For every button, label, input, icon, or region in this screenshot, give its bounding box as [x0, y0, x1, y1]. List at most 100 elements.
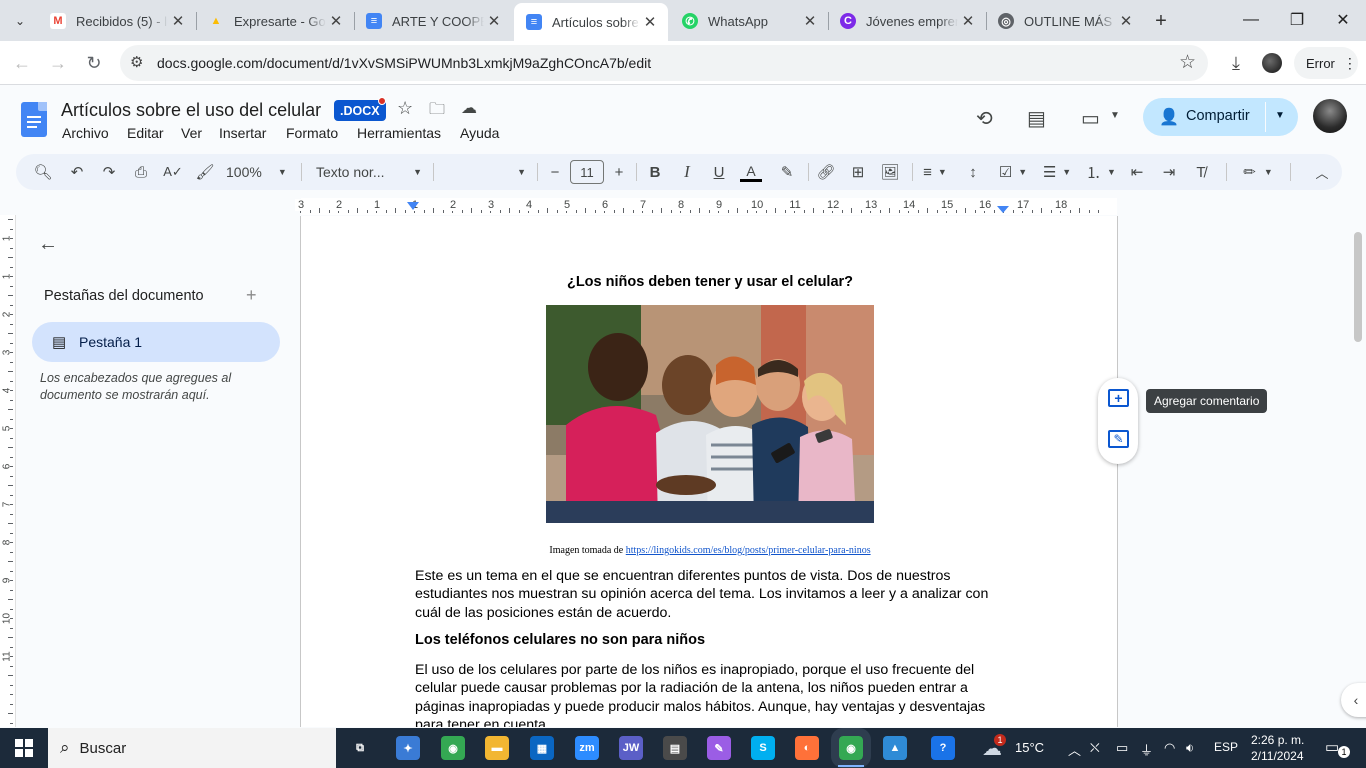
tab-search-button[interactable]: ⌄: [8, 9, 32, 33]
undo-icon[interactable]: ↶: [66, 161, 88, 183]
battery-icon[interactable]: ▭: [1116, 740, 1128, 756]
back-icon[interactable]: ←: [6, 47, 38, 79]
search-menus-icon[interactable]: 🔍︎: [32, 161, 54, 183]
url-text[interactable]: docs.google.com/document/d/1vXvSMSiPWUMn…: [157, 55, 651, 71]
increase-indent-icon[interactable]: ⇥: [1158, 161, 1180, 183]
restore-icon[interactable]: ❐: [1274, 0, 1320, 40]
volume-icon[interactable]: 🔉︎: [1186, 740, 1194, 756]
chrome-icon[interactable]: ◉: [441, 736, 465, 760]
plug-icon[interactable]: ⏚: [1140, 740, 1153, 759]
document-page[interactable]: ¿Los niños deben tener y usar el celular…: [300, 216, 1118, 727]
chrome-profile-icon[interactable]: ◉: [831, 728, 871, 768]
paragraph-intro[interactable]: Este es un tema en el que se encuentran …: [415, 567, 999, 622]
menu-herramientas[interactable]: Herramientas: [357, 125, 441, 141]
zoom-select[interactable]: 100% ▼: [226, 161, 292, 183]
add-comment-icon[interactable]: ⊞: [846, 161, 870, 183]
article-image[interactable]: [546, 305, 874, 523]
document-title[interactable]: Artículos sobre el uso del celular: [61, 100, 321, 121]
bold-icon[interactable]: B: [644, 161, 666, 183]
increase-font-size-icon[interactable]: +: [610, 161, 628, 183]
decrease-indent-icon[interactable]: ⇤: [1126, 161, 1148, 183]
menu-archivo[interactable]: Archivo: [62, 125, 109, 141]
close-tab-icon[interactable]: ✕: [168, 12, 188, 30]
add-tab-icon[interactable]: +: [246, 285, 257, 306]
menu-insertar[interactable]: Insertar: [219, 125, 266, 141]
menu-formato[interactable]: Formato: [286, 125, 338, 141]
browser-tab[interactable]: C Jóvenes empren ✕: [828, 5, 986, 37]
cloud-status-icon[interactable]: ☁: [461, 98, 477, 118]
more-options-icon[interactable]: ⋮: [1343, 55, 1357, 72]
temperature[interactable]: 15°C: [1015, 740, 1044, 755]
docs-logo-icon[interactable]: [21, 102, 47, 137]
address-bar[interactable]: ⚙ docs.google.com/document/d/1vXvSMSiPWU…: [120, 45, 1208, 81]
style-select[interactable]: Texto nor... ▼: [316, 161, 422, 183]
collapse-menus-icon[interactable]: ︿: [1312, 161, 1332, 183]
clock[interactable]: 2:26 p. m. 2/11/2024: [1251, 732, 1311, 764]
close-window-icon[interactable]: ✕: [1320, 0, 1366, 40]
browser-tab[interactable]: M Recibidos (5) - lu ✕: [38, 5, 196, 37]
star-icon[interactable]: ☆: [397, 98, 413, 119]
version-history-icon[interactable]: ⟲: [976, 106, 993, 131]
print-icon[interactable]: ⎙: [130, 161, 152, 183]
browser-tab[interactable]: ≡ ARTE Y COOPERA ✕: [354, 5, 512, 37]
browser-tab-active[interactable]: ≡ Artículos sobre e ✕: [514, 3, 668, 41]
jw-icon[interactable]: JW: [619, 736, 643, 760]
spellcheck-icon[interactable]: A✓: [162, 161, 184, 183]
left-indent-marker[interactable]: [407, 202, 419, 210]
suggest-edit-icon[interactable]: ✎: [1108, 430, 1129, 448]
store-icon[interactable]: ▦: [530, 736, 554, 760]
copilot-icon[interactable]: ✦: [396, 736, 420, 760]
taskbar-search[interactable]: ⌕ Buscar: [48, 728, 336, 768]
close-tab-icon[interactable]: ✕: [326, 12, 346, 30]
new-tab-icon[interactable]: +: [1148, 8, 1174, 34]
wifi-icon[interactable]: ◠: [1164, 740, 1175, 756]
expand-side-panel-icon[interactable]: ‹: [1341, 683, 1366, 717]
meet-icon[interactable]: ▭: [1081, 106, 1100, 131]
paint-format-icon[interactable]: 🖌︎: [194, 161, 216, 183]
forward-icon[interactable]: →: [42, 47, 74, 79]
browser-tab[interactable]: ✆ WhatsApp ✕: [670, 5, 828, 37]
network-off-icon[interactable]: ⛌: [1090, 740, 1100, 756]
line-spacing-icon[interactable]: ↕: [962, 161, 984, 183]
reload-icon[interactable]: ↻: [78, 47, 110, 79]
download-icon[interactable]: ⤓: [1220, 47, 1252, 79]
chevron-down-icon[interactable]: ▼: [1110, 110, 1120, 121]
photos-icon[interactable]: ▲: [883, 736, 907, 760]
heading-2[interactable]: Los teléfonos celulares no son para niño…: [415, 632, 705, 648]
bulleted-list-icon[interactable]: ☰ ▼: [1040, 161, 1074, 183]
show-hidden-icons-icon[interactable]: ︿: [1068, 740, 1081, 759]
bookmark-star-icon[interactable]: ☆: [1179, 51, 1196, 74]
vertical-scrollbar[interactable]: [1354, 232, 1362, 342]
help-icon[interactable]: ?: [931, 736, 955, 760]
font-select[interactable]: ▼: [446, 161, 526, 183]
comments-icon[interactable]: ▤: [1027, 106, 1046, 131]
menu-ver[interactable]: Ver: [181, 125, 202, 141]
close-tab-icon[interactable]: ✕: [800, 12, 820, 30]
zoom-icon[interactable]: zm: [575, 736, 599, 760]
redo-icon[interactable]: ↷: [98, 161, 120, 183]
editing-mode-icon[interactable]: ✏ ▼: [1240, 161, 1276, 183]
align-icon[interactable]: ≡ ▼: [918, 161, 952, 183]
close-tab-icon[interactable]: ✕: [484, 12, 504, 30]
browser-tab[interactable]: ◎ OUTLINE MÁS C ✕: [986, 5, 1144, 37]
close-tab-icon[interactable]: ✕: [958, 12, 978, 30]
insert-link-icon[interactable]: 🔗︎: [814, 161, 838, 183]
start-icon[interactable]: [15, 739, 33, 757]
menu-editar[interactable]: Editar: [127, 125, 164, 141]
error-button[interactable]: Error ⋮: [1294, 47, 1358, 79]
insert-image-icon[interactable]: 🖼︎: [878, 161, 902, 183]
add-comment-icon[interactable]: +: [1108, 389, 1129, 407]
horizontal-ruler[interactable]: 3 2 1 1 2 3 4 5 6 7 8 9 10 11 12 13 14 15 16 17 18: [295, 198, 1117, 215]
notifications-icon[interactable]: ▭: [1325, 738, 1339, 756]
menu-ayuda[interactable]: Ayuda: [460, 125, 499, 141]
close-tab-icon[interactable]: ✕: [640, 13, 660, 31]
highlight-icon[interactable]: ✎: [776, 161, 798, 183]
avatar[interactable]: [1262, 53, 1282, 73]
decrease-font-size-icon[interactable]: −: [546, 161, 564, 183]
sidebar-item-pestana-1[interactable]: ▤ Pestaña 1: [32, 322, 280, 362]
numbered-list-icon[interactable]: ⒈ ▼: [1084, 161, 1118, 183]
share-button[interactable]: 👤 Compartir ▼: [1143, 98, 1298, 136]
file-explorer-icon[interactable]: ▬: [485, 736, 509, 760]
underline-icon[interactable]: U: [708, 161, 730, 183]
checklist-icon[interactable]: ☑ ▼: [996, 161, 1030, 183]
